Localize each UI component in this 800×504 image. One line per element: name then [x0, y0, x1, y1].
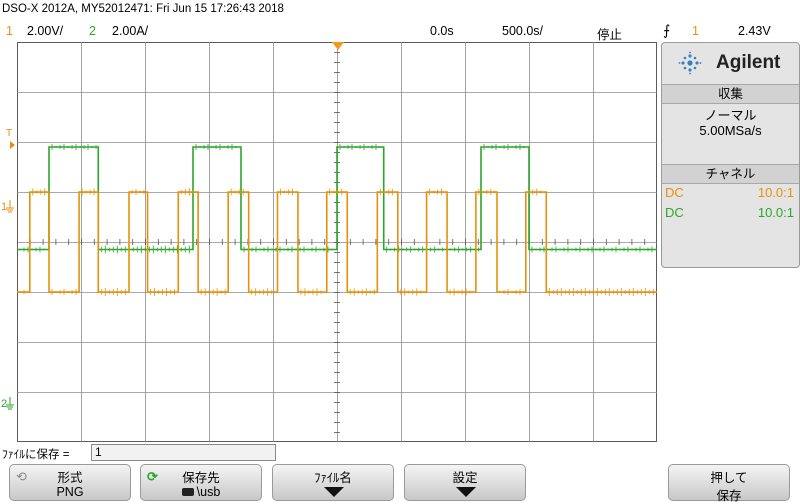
channel-markers: T 1 2 — [1, 128, 15, 410]
ch1-ground-icon — [6, 200, 14, 213]
submenu-arrow-icon — [324, 487, 344, 497]
brand-logo: Agilent — [662, 43, 799, 83]
ch2-ground-marker[interactable]: 2 — [1, 398, 7, 410]
usb-icon — [181, 488, 194, 496]
settings-label: 設定 — [452, 471, 478, 485]
run-state: 停止 — [597, 28, 623, 42]
ch1-vertical-scale[interactable]: 2.00V/ — [27, 24, 63, 38]
filename-label: ﾌｧｲﾙ名 — [314, 471, 352, 485]
trigger-level-arrow — [10, 141, 15, 149]
trigger-position-marker — [332, 42, 344, 50]
press-to-save-softkey[interactable]: 押して 保存 — [668, 464, 790, 503]
brand-name: Agilent — [716, 52, 781, 73]
time-scale[interactable]: 500.0s/ — [502, 24, 543, 38]
save-label: 保存 — [716, 489, 742, 503]
submenu-arrow-icon — [456, 487, 476, 497]
save-file-field[interactable]: 1 — [91, 444, 276, 461]
ch2-probe-ratio: 10.0:1 — [757, 205, 794, 220]
info-panel: Agilent 収集 ノーマル 5.00MSa/s チャネル DC 10.0:1… — [661, 42, 800, 268]
acquisition-mode: ノーマル — [704, 108, 757, 123]
ch2-number[interactable]: 2 — [89, 24, 96, 38]
rising-edge-trigger-icon: ⨍ — [663, 22, 671, 38]
ch2-vertical-scale[interactable]: 2.00A/ — [112, 24, 148, 38]
ch2-coupling: DC — [665, 205, 684, 220]
filename-softkey[interactable]: ﾌｧｲﾙ名 — [272, 464, 394, 501]
trigger-source[interactable]: 1 — [692, 24, 699, 38]
window-title: DSO-X 2012A, MY52012471: Fri Jun 15 17:2… — [2, 3, 284, 15]
time-delay[interactable]: 0.0s — [430, 24, 454, 38]
format-label: 形式 — [57, 471, 83, 485]
settings-softkey[interactable]: 設定 — [404, 464, 526, 501]
save-location-label: 保存先 — [182, 471, 220, 485]
sample-rate: 5.00MSa/s — [699, 123, 762, 138]
save-file-label: ﾌｧｲﾙに保存 = — [2, 449, 70, 461]
trigger-level-marker[interactable]: T — [6, 128, 12, 139]
spark-icon — [678, 51, 702, 75]
press-label: 押して — [710, 471, 748, 485]
channel-header: チャネル — [662, 164, 799, 184]
format-softkey[interactable]: ⟲ 形式 PNG — [9, 464, 131, 501]
ch1-coupling: DC — [665, 185, 684, 200]
ch1-ground-marker[interactable]: 1 — [1, 201, 7, 213]
ch1-probe-ratio: 10.0:1 — [757, 185, 794, 200]
acquisition-header: 収集 — [662, 84, 799, 104]
trigger-level[interactable]: 2.43V — [738, 24, 771, 38]
ch1-number[interactable]: 1 — [6, 24, 13, 38]
format-value: PNG — [56, 485, 84, 499]
save-location-value: \usb — [141, 485, 261, 499]
waveform-display[interactable] — [17, 42, 657, 442]
ch2-ground-icon — [6, 397, 14, 410]
save-location-softkey[interactable]: ⟳ 保存先 \usb — [140, 464, 262, 501]
